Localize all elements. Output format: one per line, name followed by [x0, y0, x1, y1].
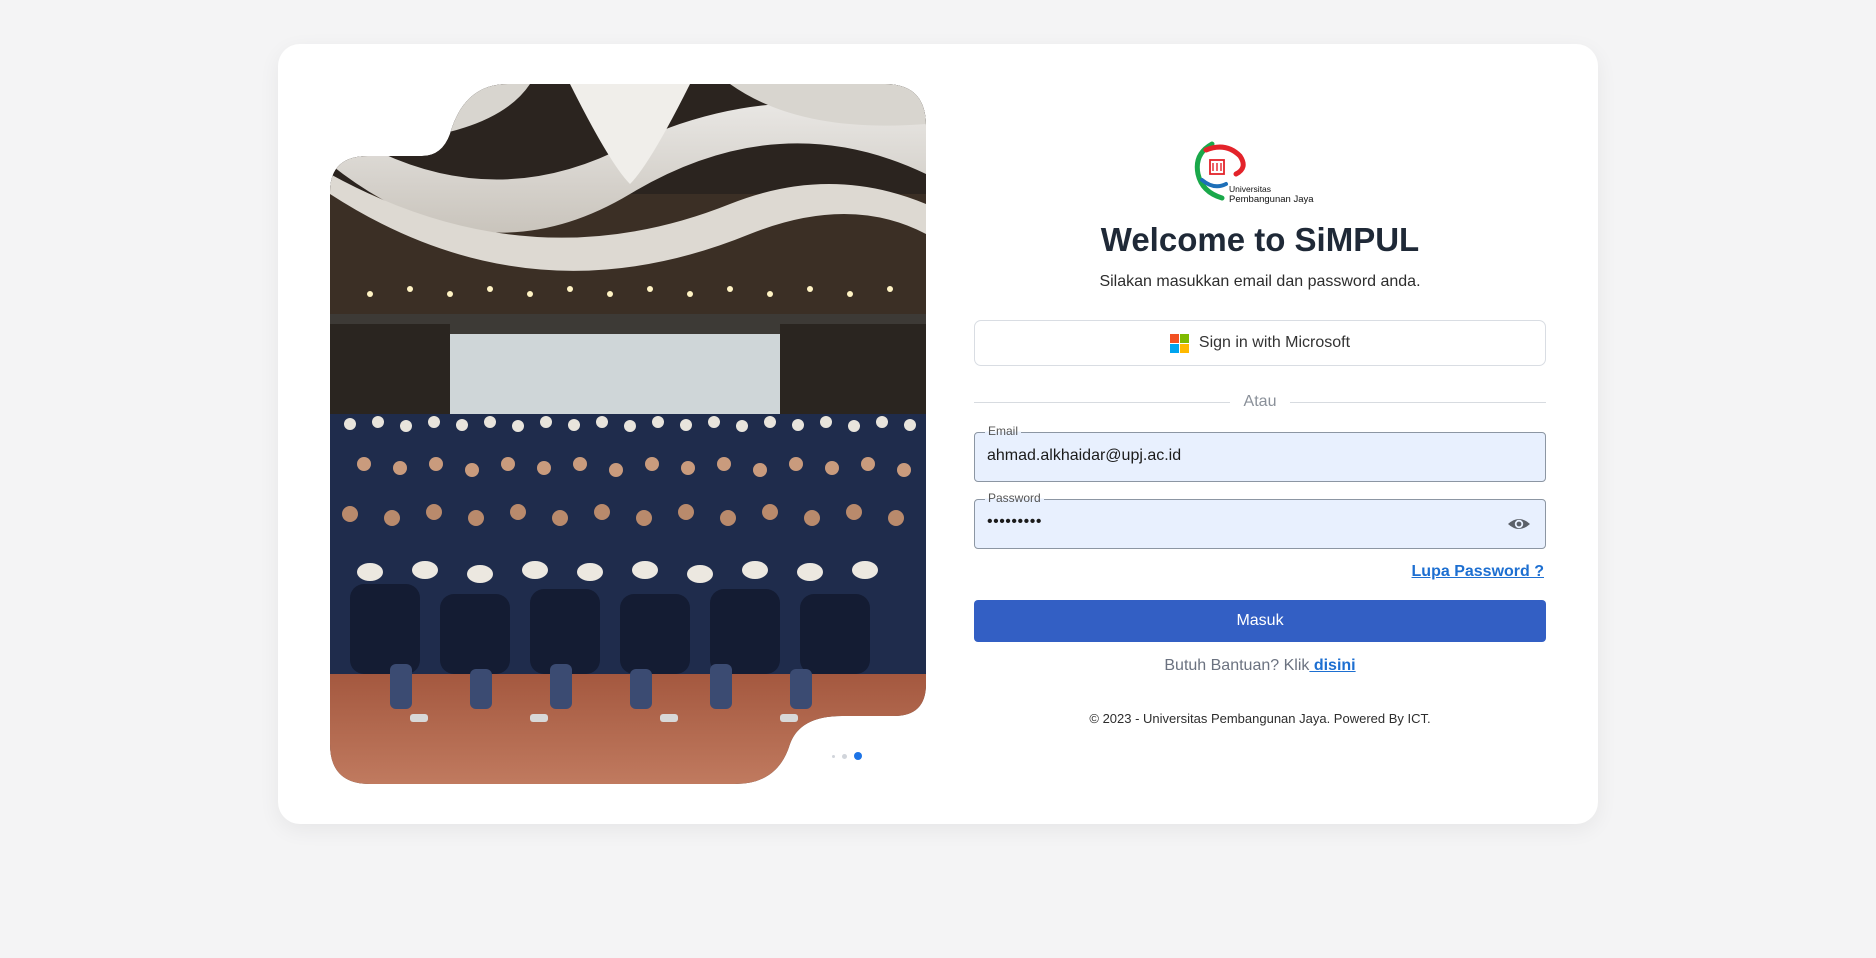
help-prefix: Butuh Bantuan? Klik — [1164, 657, 1310, 674]
divider-line — [974, 401, 1230, 403]
help-text: Butuh Bantuan? Klik disini — [974, 657, 1546, 675]
page-subtitle: Silakan masukkan email dan password anda… — [1099, 273, 1421, 290]
logo-text-line2: Pembangunan Jaya — [1229, 194, 1314, 205]
password-field[interactable]: Password ••••••••• — [974, 491, 1546, 549]
eye-icon[interactable] — [1507, 512, 1531, 536]
password-input[interactable]: ••••••••• — [987, 513, 1042, 531]
sign-in-microsoft-label: Sign in with Microsoft — [1198, 334, 1351, 351]
carousel — [330, 84, 926, 784]
university-logo: Universitas Pembangunan Jaya — [1192, 140, 1332, 206]
carousel-indicators — [832, 752, 862, 760]
help-link[interactable]: disini — [1309, 657, 1356, 674]
page-title: Welcome to SiMPUL — [1100, 221, 1420, 258]
or-divider: Atau — [974, 391, 1547, 413]
sign-in-microsoft-button[interactable]: Sign in with Microsoft — [974, 320, 1546, 366]
login-card: Universitas Pembangunan Jaya Welcome to … — [278, 44, 1598, 824]
password-label: Password — [985, 491, 1044, 505]
divider-label: Atau — [1243, 393, 1277, 410]
logo-text-line1: Universitas — [1229, 184, 1272, 194]
microsoft-logo-icon — [1169, 333, 1189, 353]
group-photo — [330, 84, 926, 784]
carousel-dot[interactable] — [832, 754, 835, 758]
email-label: Email — [985, 424, 1022, 438]
divider-line — [1290, 401, 1547, 403]
forgot-password-link[interactable]: Lupa Password ? — [1412, 563, 1544, 581]
login-form: Universitas Pembangunan Jaya Welcome to … — [974, 44, 1547, 824]
email-field[interactable]: Email — [974, 424, 1546, 482]
login-submit-button[interactable]: Masuk — [974, 600, 1546, 642]
carousel-dot-active[interactable] — [854, 752, 862, 760]
footer-copyright: © 2023 - Universitas Pembangunan Jaya. P… — [1089, 711, 1431, 726]
email-input[interactable] — [987, 447, 1467, 465]
carousel-dot[interactable] — [842, 753, 847, 759]
